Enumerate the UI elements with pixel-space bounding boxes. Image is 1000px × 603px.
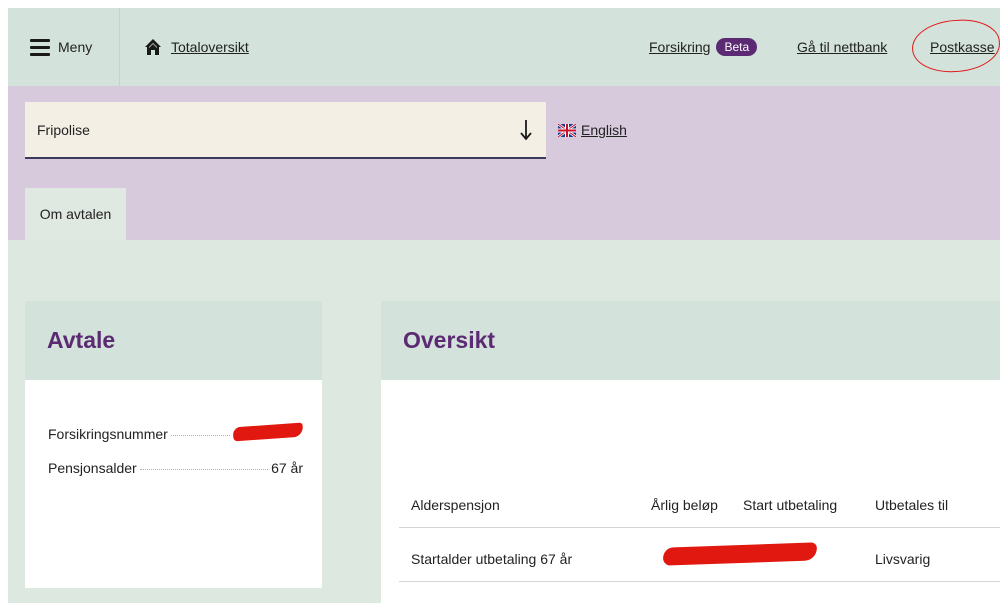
home-link-label[interactable]: Totaloversikt xyxy=(171,39,249,55)
insurance-link[interactable]: Forsikring Beta xyxy=(649,8,758,86)
column-header: Start utbetaling xyxy=(743,497,838,513)
dot-leader xyxy=(139,469,269,470)
table-divider xyxy=(399,581,1000,582)
app-frame: Meny Totaloversikt Forsikring Beta Gå ti… xyxy=(8,8,1000,603)
row-label: Forsikringsnummer xyxy=(48,426,168,442)
tab-label: Om avtalen xyxy=(39,206,112,222)
agreement-row: Pensjonsalder 67 år xyxy=(48,460,303,476)
agreement-title: Avtale xyxy=(25,301,322,380)
uk-flag-icon xyxy=(558,123,576,137)
policy-select-value: Fripolise xyxy=(37,121,90,138)
language-label[interactable]: English xyxy=(581,122,627,138)
table-cell: Livsvarig xyxy=(875,551,931,567)
netbank-label[interactable]: Gå til nettbank xyxy=(797,39,887,55)
column-header: Alderspensjon xyxy=(411,497,500,513)
top-navigation: Meny Totaloversikt Forsikring Beta Gå ti… xyxy=(8,8,1000,86)
context-band: Fripolise English Om avtalen xyxy=(8,86,1000,240)
table-cell: Startalder utbetaling 67 år xyxy=(411,551,573,567)
hamburger-icon xyxy=(30,38,50,56)
beta-badge: Beta xyxy=(716,38,758,56)
tab-om-avtalen[interactable]: Om avtalen xyxy=(25,188,126,240)
overview-title: Oversikt xyxy=(381,301,1000,380)
dot-leader xyxy=(170,435,230,436)
column-header: Årlig beløp xyxy=(651,497,718,513)
home-link[interactable]: Totaloversikt xyxy=(144,8,249,86)
redaction-mark xyxy=(662,542,818,566)
menu-label: Meny xyxy=(58,39,93,55)
column-header: Utbetales til xyxy=(875,497,949,513)
arrow-down-icon xyxy=(520,120,532,141)
overview-card: Oversikt Alderspensjon Årlig beløp Start… xyxy=(381,301,1000,603)
table-divider xyxy=(399,527,1000,528)
home-icon xyxy=(145,39,161,55)
row-value: 67 år xyxy=(271,460,303,476)
insurance-label[interactable]: Forsikring xyxy=(649,39,710,55)
language-switch[interactable]: English xyxy=(558,122,627,138)
netbank-link[interactable]: Gå til nettbank xyxy=(797,8,887,86)
redaction-mark xyxy=(232,422,304,442)
row-label: Pensjonsalder xyxy=(48,460,137,476)
policy-select[interactable]: Fripolise xyxy=(25,102,546,159)
menu-button[interactable]: Meny xyxy=(8,8,120,86)
agreement-card: Avtale Forsikringsnummer Pensjonsalder 6… xyxy=(25,301,322,588)
agreement-row: Forsikringsnummer xyxy=(48,422,304,442)
